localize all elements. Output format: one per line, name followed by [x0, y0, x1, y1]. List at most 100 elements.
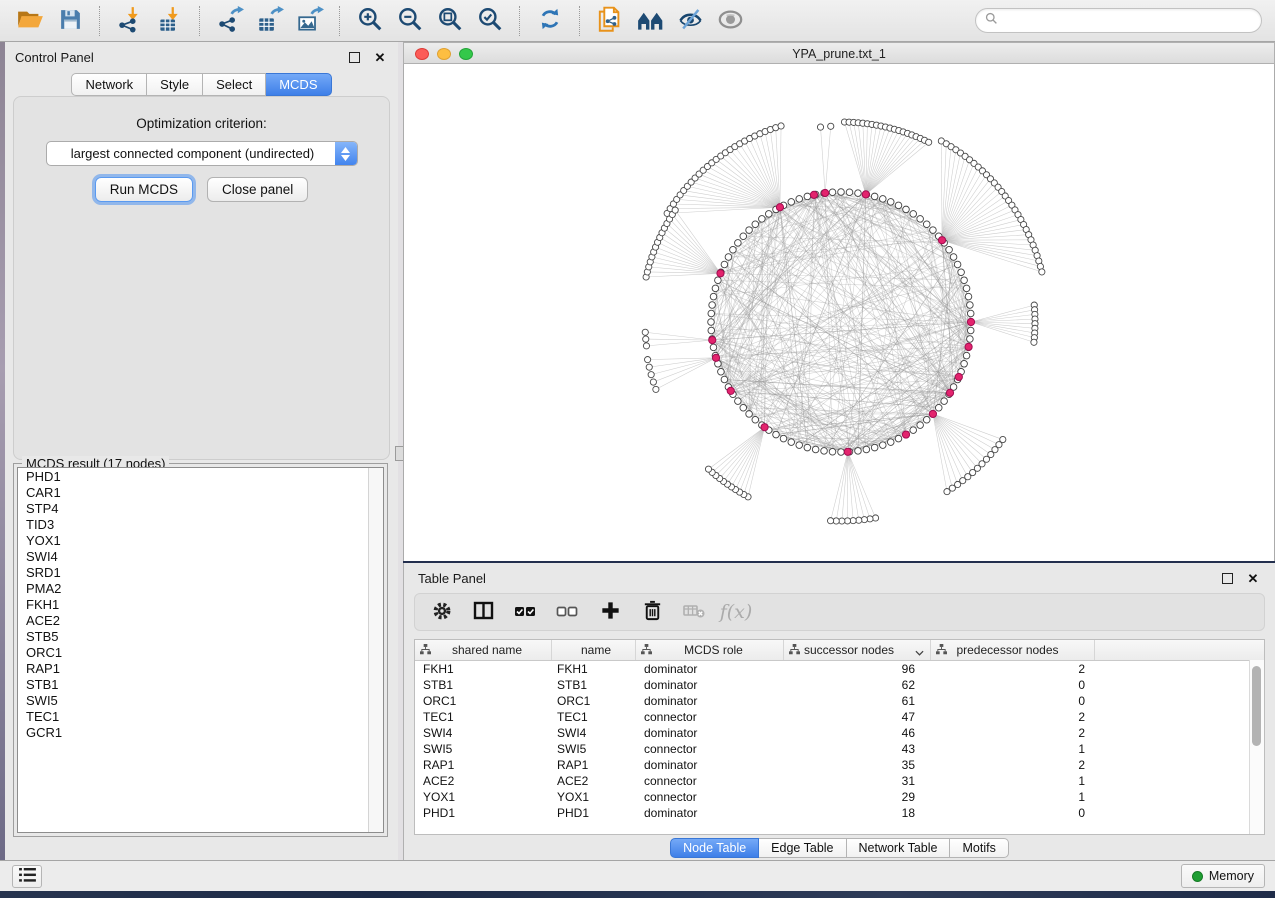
- network-window-titlebar[interactable]: YPA_prune.txt_1: [403, 42, 1275, 64]
- chevron-down-icon[interactable]: [915, 645, 924, 659]
- memory-button[interactable]: Memory: [1181, 864, 1265, 888]
- task-history-button[interactable]: [12, 865, 42, 888]
- tab-network[interactable]: Network: [71, 73, 147, 96]
- table-settings-button[interactable]: [423, 596, 461, 628]
- mcds-result-item[interactable]: ACE2: [18, 612, 383, 628]
- mcds-result-item[interactable]: SRD1: [18, 564, 383, 580]
- table-tab-node-table[interactable]: Node Table: [670, 838, 759, 858]
- table-row[interactable]: TEC1TEC1connector472: [415, 709, 1264, 725]
- search-input[interactable]: [1004, 12, 1252, 29]
- run-mcds-button[interactable]: Run MCDS: [95, 177, 193, 202]
- mcds-list-scrollbar[interactable]: [368, 468, 383, 832]
- column-header-predecessor-nodes[interactable]: predecessor nodes: [931, 640, 1095, 660]
- network-window-title: YPA_prune.txt_1: [404, 47, 1274, 61]
- mcds-result-item[interactable]: SWI5: [18, 692, 383, 708]
- table-row[interactable]: PHD1PHD1dominator180: [415, 805, 1264, 821]
- mcds-result-item[interactable]: PHD1: [18, 468, 383, 484]
- table-scrollbar-thumb[interactable]: [1252, 666, 1261, 746]
- table-row[interactable]: RAP1RAP1dominator352: [415, 757, 1264, 773]
- export-table-button[interactable]: [250, 3, 290, 39]
- show-columns-button[interactable]: [465, 596, 503, 628]
- open-file-button[interactable]: [10, 3, 50, 39]
- close-mcds-panel-button[interactable]: Close panel: [207, 177, 308, 202]
- mcds-result-item[interactable]: RAP1: [18, 660, 383, 676]
- table-row[interactable]: YOX1YOX1connector291: [415, 789, 1264, 805]
- cell-predecessor-nodes: 2: [931, 662, 1095, 676]
- export-image-button[interactable]: [290, 3, 330, 39]
- table-row[interactable]: ACE2ACE2connector311: [415, 773, 1264, 789]
- select-all-columns-button[interactable]: [507, 596, 545, 628]
- unchecked-boxes-icon: [556, 599, 580, 626]
- cell-name: SWI5: [552, 742, 636, 756]
- mcds-result-item[interactable]: STB5: [18, 628, 383, 644]
- mcds-result-item[interactable]: TEC1: [18, 708, 383, 724]
- export-network-button[interactable]: [210, 3, 250, 39]
- column-header-mcds-role[interactable]: MCDS role: [636, 640, 784, 660]
- memory-label: Memory: [1209, 869, 1254, 883]
- optimization-criterion-select[interactable]: largest connected component (undirected): [46, 141, 358, 166]
- duplicate-network-button[interactable]: [590, 3, 630, 39]
- checked-boxes-icon: [514, 599, 538, 626]
- cell-predecessor-nodes: 0: [931, 694, 1095, 708]
- table-row[interactable]: ORC1ORC1dominator610: [415, 693, 1264, 709]
- find-button[interactable]: [630, 3, 670, 39]
- delete-column-button[interactable]: [633, 596, 671, 628]
- column-label: MCDS role: [684, 643, 743, 657]
- column-header-shared-name[interactable]: shared name: [415, 640, 552, 660]
- mcds-result-list[interactable]: PHD1CAR1STP4TID3YOX1SWI4SRD1PMA2FKH1ACE2…: [17, 467, 384, 833]
- mcds-result-item[interactable]: TID3: [18, 516, 383, 532]
- close-table-panel-button[interactable]: ✕: [1245, 570, 1261, 586]
- mcds-result-item[interactable]: STB1: [18, 676, 383, 692]
- refresh-button[interactable]: [530, 3, 570, 39]
- mcds-result-item[interactable]: ORC1: [18, 644, 383, 660]
- column-header-name[interactable]: name: [552, 640, 636, 660]
- zoom-out-button[interactable]: [390, 3, 430, 39]
- float-table-panel-button[interactable]: [1219, 570, 1235, 586]
- table-row[interactable]: FKH1FKH1dominator962: [415, 661, 1264, 677]
- float-panel-button[interactable]: [346, 49, 362, 65]
- node-table-body: FKH1FKH1dominator962STB1STB1dominator620…: [415, 661, 1264, 821]
- cell-predecessor-nodes: 1: [931, 774, 1095, 788]
- network-view[interactable]: [403, 64, 1275, 561]
- import-table-button[interactable]: [150, 3, 190, 39]
- mcds-result-item[interactable]: STP4: [18, 500, 383, 516]
- hide-graphics-button[interactable]: [670, 3, 710, 39]
- table-row[interactable]: SWI5SWI5connector431: [415, 741, 1264, 757]
- column-header-successor-nodes[interactable]: successor nodes: [784, 640, 931, 660]
- cell-name: TEC1: [552, 710, 636, 724]
- cell-predecessor-nodes: 1: [931, 742, 1095, 756]
- table-row[interactable]: SWI4SWI4dominator462: [415, 725, 1264, 741]
- mcds-result-item[interactable]: FKH1: [18, 596, 383, 612]
- table-tab-edge-table[interactable]: Edge Table: [759, 838, 846, 858]
- cell-predecessor-nodes: 0: [931, 806, 1095, 820]
- tab-style[interactable]: Style: [147, 73, 203, 96]
- table-tab-network-table[interactable]: Network Table: [847, 838, 951, 858]
- import-network-button[interactable]: [110, 3, 150, 39]
- tab-mcds[interactable]: MCDS: [266, 73, 331, 96]
- mcds-result-item[interactable]: SWI4: [18, 548, 383, 564]
- close-panel-button[interactable]: ✕: [372, 49, 388, 65]
- function-builder-button[interactable]: f(x): [717, 596, 755, 628]
- mcds-result-item[interactable]: YOX1: [18, 532, 383, 548]
- close-icon: ✕: [1248, 573, 1259, 584]
- zoom-fit-button[interactable]: [430, 3, 470, 39]
- zoom-selected-button[interactable]: [470, 3, 510, 39]
- show-graphics-button[interactable]: [710, 3, 750, 39]
- tab-select[interactable]: Select: [203, 73, 266, 96]
- mcds-result-item[interactable]: CAR1: [18, 484, 383, 500]
- table-tab-motifs[interactable]: Motifs: [950, 838, 1008, 858]
- table-row[interactable]: STB1STB1dominator620: [415, 677, 1264, 693]
- add-column-button[interactable]: [591, 596, 629, 628]
- mcds-result-item[interactable]: PMA2: [18, 580, 383, 596]
- mcds-result-item[interactable]: GCR1: [18, 724, 383, 740]
- zoom-in-button[interactable]: [350, 3, 390, 39]
- delete-table-button[interactable]: [675, 596, 713, 628]
- search-field[interactable]: [975, 8, 1262, 33]
- toolbar-separator: [199, 6, 201, 36]
- eye-icon: [717, 6, 744, 36]
- deselect-all-columns-button[interactable]: [549, 596, 587, 628]
- network-graph[interactable]: [404, 64, 1274, 559]
- save-session-button[interactable]: [50, 3, 90, 39]
- cell-shared-name: STB1: [415, 678, 552, 692]
- table-scrollbar[interactable]: [1249, 660, 1264, 834]
